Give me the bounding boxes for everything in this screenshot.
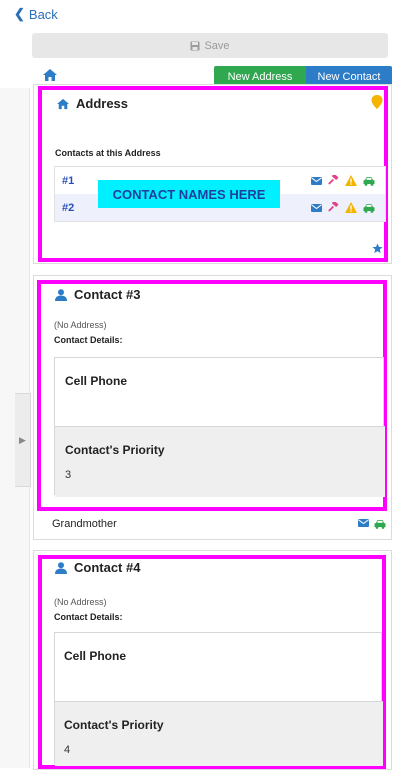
priority-section: Contact's Priority 4 xyxy=(55,701,383,766)
warning-icon[interactable] xyxy=(345,202,357,213)
envelope-icon[interactable] xyxy=(311,176,322,185)
address-title-text: Address xyxy=(76,96,129,111)
cell-phone-label: Cell Phone xyxy=(65,374,128,388)
contact-details-label: Contact Details: xyxy=(54,335,123,345)
envelope-icon[interactable] xyxy=(311,203,322,212)
contact-title-text: Contact #4 xyxy=(74,560,141,575)
star-icon[interactable] xyxy=(372,243,383,254)
chevron-left-icon: ❮ xyxy=(14,6,25,21)
priority-value: 4 xyxy=(64,744,71,756)
priority-value: 3 xyxy=(65,469,72,481)
home-icon xyxy=(57,98,69,109)
car-icon[interactable] xyxy=(363,176,375,186)
gavel-icon[interactable] xyxy=(328,175,339,186)
map-pin-icon[interactable] xyxy=(371,95,383,109)
contact-number[interactable]: #2 xyxy=(62,202,74,214)
back-label: Back xyxy=(28,6,58,22)
contacts-at-address-label: Contacts at this Address xyxy=(55,148,161,158)
contact-title: Contact #3 xyxy=(54,287,140,302)
relationship-label: Grandmother xyxy=(52,518,117,530)
contact-details-box: Cell Phone Contact's Priority 3 xyxy=(54,357,385,497)
side-panel-toggle[interactable]: ▶ xyxy=(15,393,31,487)
envelope-icon[interactable] xyxy=(358,519,369,527)
priority-label: Contact's Priority xyxy=(64,718,164,732)
priority-label: Contact's Priority xyxy=(65,443,165,457)
contact-details-box: Cell Phone Contact's Priority 4 xyxy=(54,632,383,766)
save-icon xyxy=(190,41,200,50)
save-button[interactable]: Save xyxy=(32,33,388,58)
car-icon[interactable] xyxy=(363,203,375,213)
warning-icon[interactable] xyxy=(345,175,357,186)
contact-title-text: Contact #3 xyxy=(74,287,141,302)
cell-phone-label: Cell Phone xyxy=(64,649,127,663)
contact-number[interactable]: #1 xyxy=(62,175,74,187)
user-icon xyxy=(55,561,67,574)
play-right-icon: ▶ xyxy=(19,434,26,445)
relationship-icons xyxy=(358,519,386,529)
address-title: Address xyxy=(56,96,128,111)
home-icon[interactable] xyxy=(42,68,58,82)
gavel-icon[interactable] xyxy=(328,202,339,213)
user-icon xyxy=(55,288,67,301)
contact-address: (No Address) xyxy=(54,320,107,330)
priority-section: Contact's Priority 3 xyxy=(55,426,385,497)
car-icon[interactable] xyxy=(374,519,386,529)
back-link[interactable]: ❮ Back xyxy=(14,6,58,22)
save-label: Save xyxy=(204,39,230,52)
contact-address: (No Address) xyxy=(54,597,107,607)
contact-names-placeholder: CONTACT NAMES HERE xyxy=(98,180,280,208)
contact-title: Contact #4 xyxy=(54,560,140,575)
contact-details-label: Contact Details: xyxy=(54,612,123,622)
